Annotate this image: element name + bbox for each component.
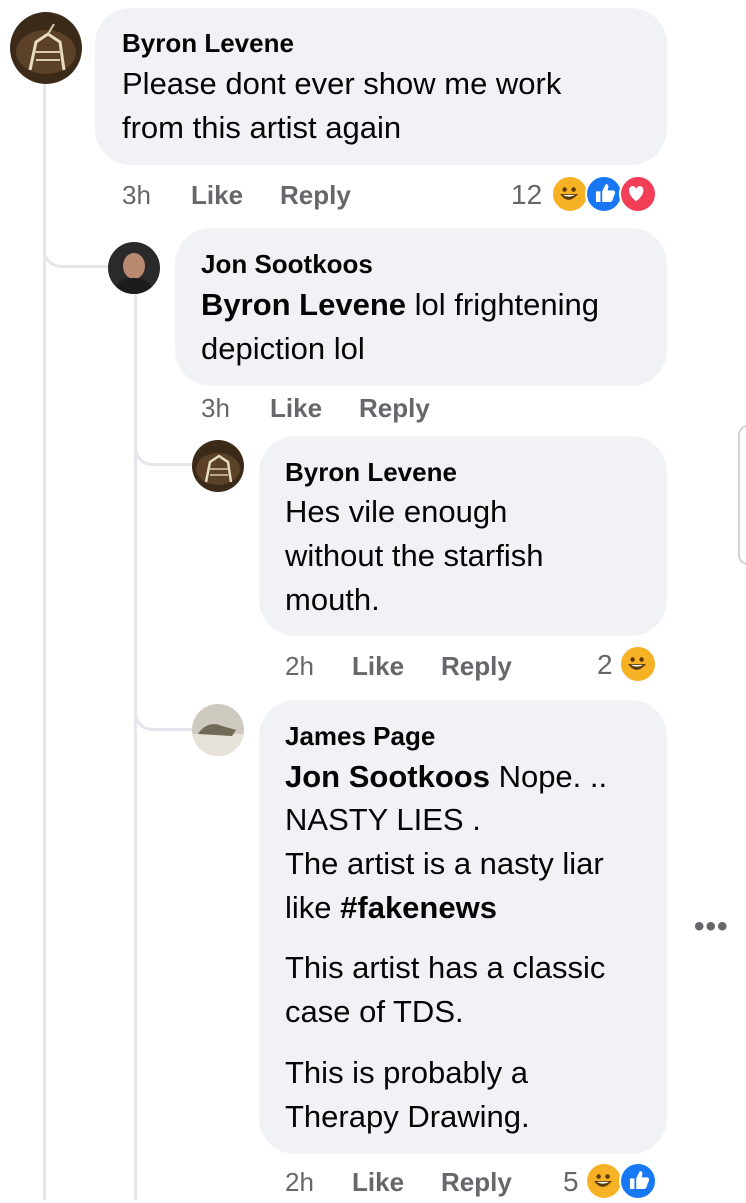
hashtag-link[interactable]: #fakenews bbox=[340, 890, 497, 925]
like-reaction-icon bbox=[619, 1162, 657, 1200]
comment-text: This is probably a bbox=[285, 1055, 528, 1090]
like-reaction-icon bbox=[585, 175, 623, 213]
comment-text: This artist has a classic bbox=[285, 950, 606, 985]
mention-link[interactable]: Byron Levene bbox=[201, 287, 406, 322]
timestamp[interactable]: 3h bbox=[201, 393, 230, 424]
reaction-summary[interactable]: 12 bbox=[511, 175, 659, 215]
more-options-icon[interactable]: ••• bbox=[694, 910, 729, 944]
thread-connector-reply-2 bbox=[134, 430, 192, 466]
comment-author[interactable]: James Page bbox=[285, 721, 435, 752]
comment-text: without the starfish bbox=[285, 538, 544, 573]
comment-text: Therapy Drawing. bbox=[285, 1099, 530, 1134]
love-reaction-icon bbox=[619, 175, 657, 213]
reply-button[interactable]: Reply bbox=[441, 1167, 512, 1198]
like-button[interactable]: Like bbox=[352, 1167, 404, 1198]
reaction-summary[interactable]: 2 bbox=[597, 645, 659, 685]
comment-author[interactable]: Byron Levene bbox=[122, 28, 294, 59]
avatar[interactable] bbox=[108, 242, 160, 294]
comment-text: from this artist again bbox=[122, 110, 402, 145]
haha-reaction-icon bbox=[619, 645, 657, 683]
comment-text: like #fakenews bbox=[285, 890, 497, 925]
like-button[interactable]: Like bbox=[352, 651, 404, 682]
comment-author[interactable]: Jon Sootkoos bbox=[201, 249, 373, 280]
comment-text: Hes vile enough bbox=[285, 494, 508, 529]
like-button[interactable]: Like bbox=[191, 180, 243, 211]
thread-connector-reply-1 bbox=[43, 230, 108, 268]
comment-text: depiction lol bbox=[201, 331, 365, 366]
haha-reaction-icon bbox=[585, 1162, 623, 1200]
comment-text: Jon Sootkoos Nope. .. bbox=[285, 759, 608, 794]
reaction-summary[interactable]: 5 bbox=[563, 1162, 659, 1202]
like-button[interactable]: Like bbox=[270, 393, 322, 424]
reply-button[interactable]: Reply bbox=[441, 651, 512, 682]
timestamp[interactable]: 2h bbox=[285, 651, 314, 682]
comment-text: Please dont ever show me work bbox=[122, 66, 562, 101]
scrollbar[interactable] bbox=[738, 425, 746, 565]
comment-text: The artist is a nasty liar bbox=[285, 846, 604, 881]
timestamp[interactable]: 2h bbox=[285, 1167, 314, 1198]
avatar[interactable] bbox=[10, 12, 82, 84]
haha-reaction-icon bbox=[551, 175, 589, 213]
comment-text: mouth. bbox=[285, 582, 380, 617]
comment-text: case of TDS. bbox=[285, 994, 464, 1029]
avatar[interactable] bbox=[192, 704, 244, 756]
timestamp[interactable]: 3h bbox=[122, 180, 151, 211]
reply-button[interactable]: Reply bbox=[359, 393, 430, 424]
comment-author[interactable]: Byron Levene bbox=[285, 457, 457, 488]
reply-button[interactable]: Reply bbox=[280, 180, 351, 211]
avatar[interactable] bbox=[192, 440, 244, 492]
reaction-count: 12 bbox=[511, 179, 543, 210]
mention-link[interactable]: Jon Sootkoos bbox=[285, 759, 490, 794]
comment-text: Byron Levene lol frightening bbox=[201, 287, 600, 322]
comment-text: NASTY LIES . bbox=[285, 802, 481, 837]
reaction-count: 2 bbox=[597, 649, 613, 680]
reaction-count: 5 bbox=[563, 1166, 579, 1197]
thread-connector-reply-3 bbox=[134, 695, 192, 731]
